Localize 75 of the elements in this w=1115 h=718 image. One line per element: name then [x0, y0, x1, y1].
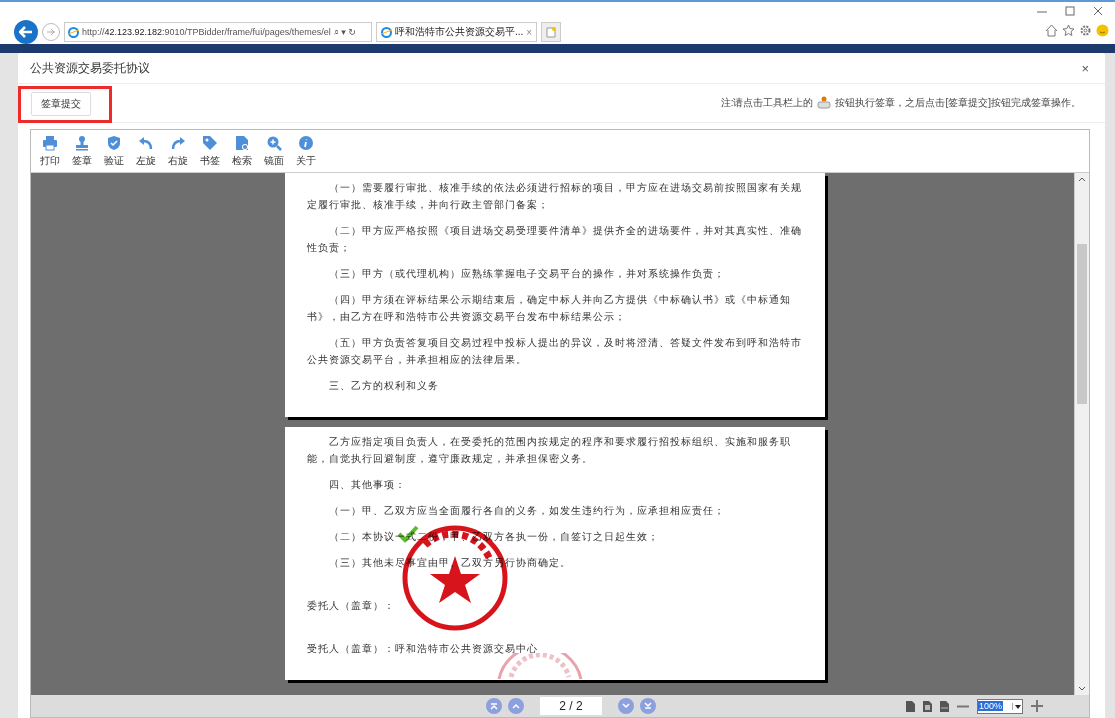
- document-paragraph: 四、其他事项：: [327, 478, 407, 492]
- document-paragraph: （一）甲、乙双方应当全面履行各自的义务，如发生违约行为，应承担相应责任；: [327, 504, 726, 518]
- toolbar-button[interactable]: 左旋: [131, 134, 161, 168]
- toolbar-button[interactable]: 镜面: [259, 134, 289, 168]
- scrollbar-thumb[interactable]: [1077, 244, 1087, 404]
- globe-icon: [68, 26, 79, 38]
- page-icon[interactable]: [906, 700, 915, 712]
- arrow-right-icon: [46, 28, 56, 36]
- address-bar[interactable]: http://42.123.92.182:9010/TPBidder/frame/fui/pages/themes/el ⌕ ▾ ↻: [64, 22, 372, 42]
- toolbar-button[interactable]: 签章: [67, 134, 97, 168]
- page-fit-icon[interactable]: [923, 700, 932, 712]
- document-paragraph: （五）甲方负责答复项目交易过程中投标人提出的异议，及时将澄清、答疑文件发布到呼和浩特市公共资源交易平台，并承担相应的法律后果。: [306, 336, 803, 367]
- printer-icon: [42, 134, 58, 151]
- back-button[interactable]: [14, 20, 38, 44]
- zoom-out-icon[interactable]: [957, 704, 969, 708]
- info-icon: [298, 134, 314, 151]
- chevron-up-icon: [511, 703, 521, 709]
- toolbar-button[interactable]: 右旋: [163, 134, 193, 168]
- dialog-close-button[interactable]: ×: [1081, 60, 1089, 76]
- document-icon: [234, 134, 250, 151]
- url-text: http://42.123.92.182:9010/TPBidder/frame/fui/pages/themes/el: [82, 27, 331, 37]
- document-paragraph: 乙方应指定项目负责人，在受委托的范围内按规定的程序和要求履行招投标组织、实施和服务职能，自觉执行回避制度，遵守廉政规定，并承担保密义务。: [306, 435, 792, 466]
- document-paragraph: 受托人（盖章）：呼和浩特市公共资源交易中心: [306, 642, 539, 656]
- next-page-button[interactable]: [618, 698, 634, 714]
- globe-icon: [381, 26, 392, 38]
- star-icon[interactable]: [1062, 24, 1075, 37]
- close-icon[interactable]: [1093, 6, 1103, 16]
- scrollbar[interactable]: [1074, 173, 1089, 695]
- page-width-icon[interactable]: [940, 700, 949, 712]
- browser-tab[interactable]: 呼和浩特市公共资源交易平... ×: [376, 22, 538, 42]
- document-paragraph: （三）甲方（或代理机构）应熟练掌握电子交易平台的操作，并对系统操作负责；: [327, 267, 726, 281]
- maximize-icon[interactable]: [1065, 6, 1075, 16]
- document-paragraph: 委托人（盖章）：: [306, 599, 396, 613]
- document-paragraph: （四）甲方须在评标结果公示期结束后，确定中标人并向乙方提供《中标确认书》或《中标通知书》，由乙方在呼和浩特市公共资源交易平台发布中标结果公示；: [306, 293, 792, 324]
- rotate-left-icon: [138, 134, 154, 151]
- arrow-left-icon: [19, 26, 33, 38]
- home-icon[interactable]: [1045, 24, 1058, 37]
- zoom-in-icon: [266, 134, 282, 151]
- previous-page-button[interactable]: [508, 698, 524, 714]
- stamp-icon: [74, 134, 90, 151]
- note-text: 按钮执行签章，之后点击[签章提交]按钮完成签章操作。: [835, 96, 1081, 110]
- chevron-down-icon: [621, 703, 631, 709]
- chevron-down-icon[interactable]: [1078, 686, 1086, 692]
- double-chevron-up-icon: [489, 702, 499, 710]
- page-number-field[interactable]: 2 / 2: [540, 697, 602, 715]
- first-page-button[interactable]: [486, 698, 502, 714]
- stamp-icon: [816, 96, 833, 110]
- toolbar-button[interactable]: 关于: [291, 134, 321, 168]
- toolbar-button[interactable]: 打印: [35, 134, 65, 168]
- forward-button[interactable]: [42, 23, 60, 41]
- zoom-dropdown[interactable]: 100%: [977, 698, 1023, 714]
- toolbar-button[interactable]: 验证: [99, 134, 129, 168]
- tab-close-button[interactable]: ×: [526, 26, 533, 38]
- rotate-right-icon: [170, 134, 186, 151]
- sign-submit-button[interactable]: 签章提交: [31, 92, 91, 116]
- toolbar-button[interactable]: 书签: [195, 134, 225, 168]
- note-text: 注:请点击工具栏上的: [720, 96, 814, 110]
- toolbar-button[interactable]: 检索: [227, 134, 257, 168]
- caret-icon: [1014, 704, 1021, 709]
- tab-title: 呼和浩特市公共资源交易平...: [395, 25, 524, 39]
- zoom-in-icon[interactable]: [1031, 700, 1043, 712]
- document-paragraph: （一）需要履行审批、核准手续的依法必须进行招标的项目，甲方应在进场交易前按照国家有关规定履行审批、核准手续，并向行政主管部门备案；: [306, 181, 803, 212]
- chevron-up-icon[interactable]: [1078, 176, 1086, 182]
- new-tab-button[interactable]: [541, 22, 562, 42]
- shield-check-icon: [106, 134, 122, 151]
- tag-icon: [202, 134, 218, 151]
- smiley-icon[interactable]: [1096, 24, 1109, 37]
- document-paragraph: （二）甲方应严格按照《项目进场交易受理要件清单》提供齐全的进场要件，并对其真实性、准确性负责；: [306, 224, 803, 255]
- dialog-title: 公共资源交易委托协议: [30, 59, 150, 77]
- document-paragraph: 三、乙方的权利和义务: [327, 379, 440, 393]
- last-page-button[interactable]: [640, 698, 656, 714]
- double-chevron-down-icon: [643, 702, 653, 710]
- settings-icon[interactable]: [1079, 24, 1092, 37]
- page-icon: [546, 26, 557, 38]
- address-controls[interactable]: ⌕ ▾ ↻: [333, 26, 356, 38]
